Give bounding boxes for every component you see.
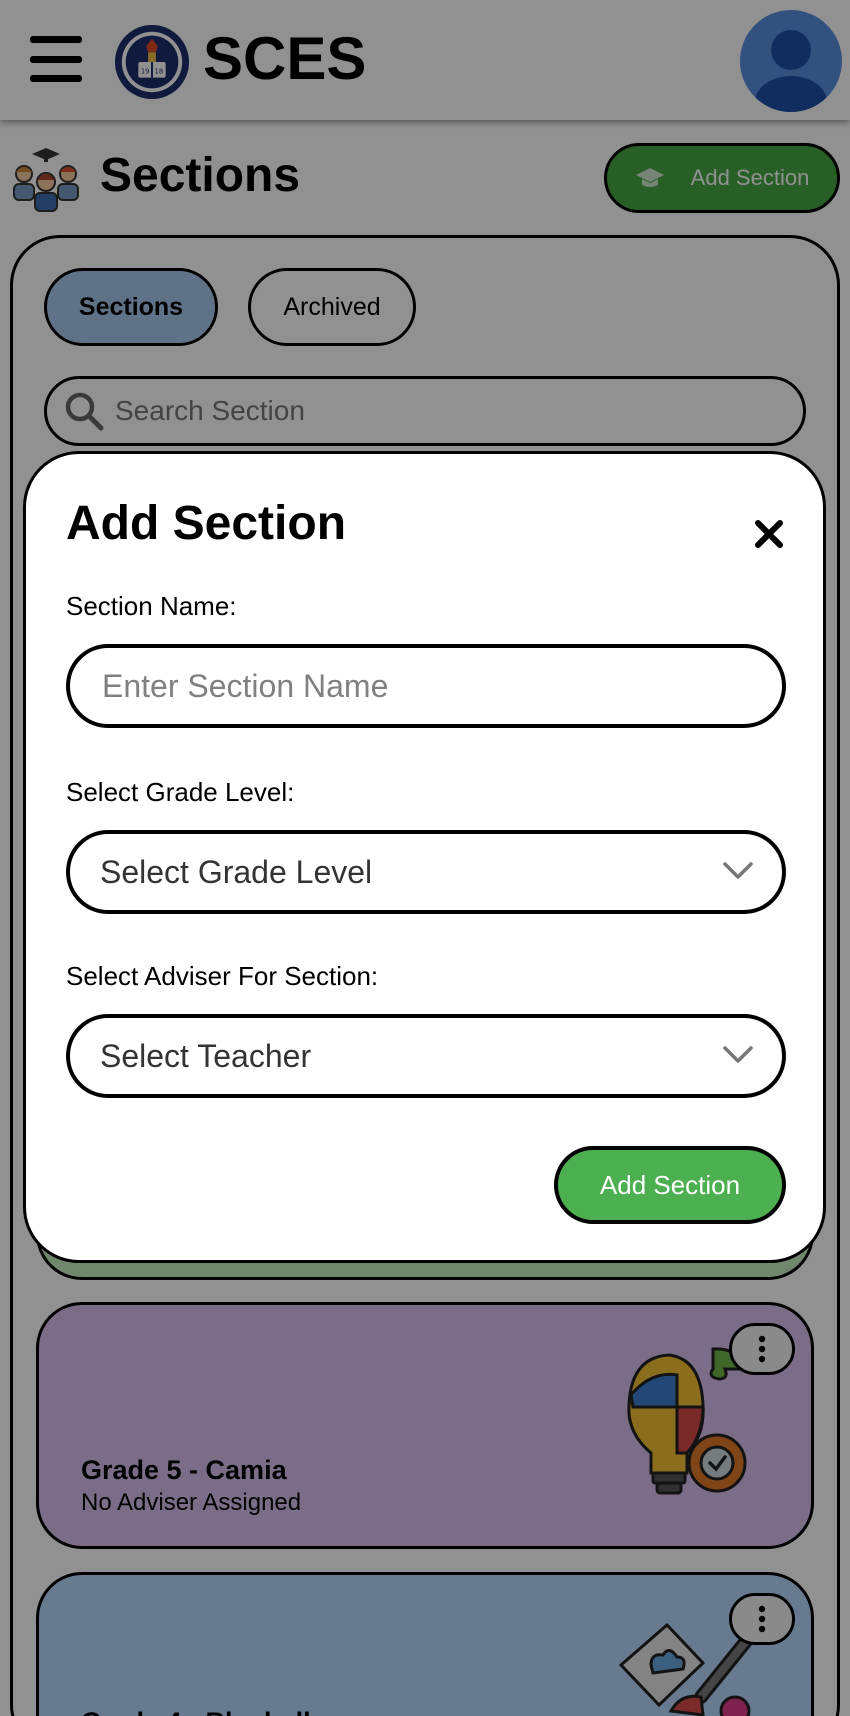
section-name-field[interactable] [66,644,786,728]
adviser-select[interactable]: Select Teacher [66,1014,786,1098]
chevron-down-icon [723,1046,753,1063]
grade-level-label: Select Grade Level: [66,777,295,807]
grade-level-select[interactable]: Select Grade Level [66,830,786,914]
section-name-input[interactable] [100,666,744,706]
app-root: 19 18 SCES Sections Add Section Sections… [0,0,850,1716]
adviser-label: Select Adviser For Section: [66,961,379,991]
add-section-modal: Add Section Section Name: Select Grade L… [23,451,826,1263]
modal-title: Add Section [66,497,347,550]
section-name-label: Section Name: [66,591,237,621]
chevron-down-icon [723,862,753,879]
close-icon[interactable] [751,516,787,552]
adviser-value: Select Teacher [100,1037,312,1074]
grade-level-value: Select Grade Level [100,853,373,890]
submit-add-section-button[interactable]: Add Section [554,1146,786,1224]
